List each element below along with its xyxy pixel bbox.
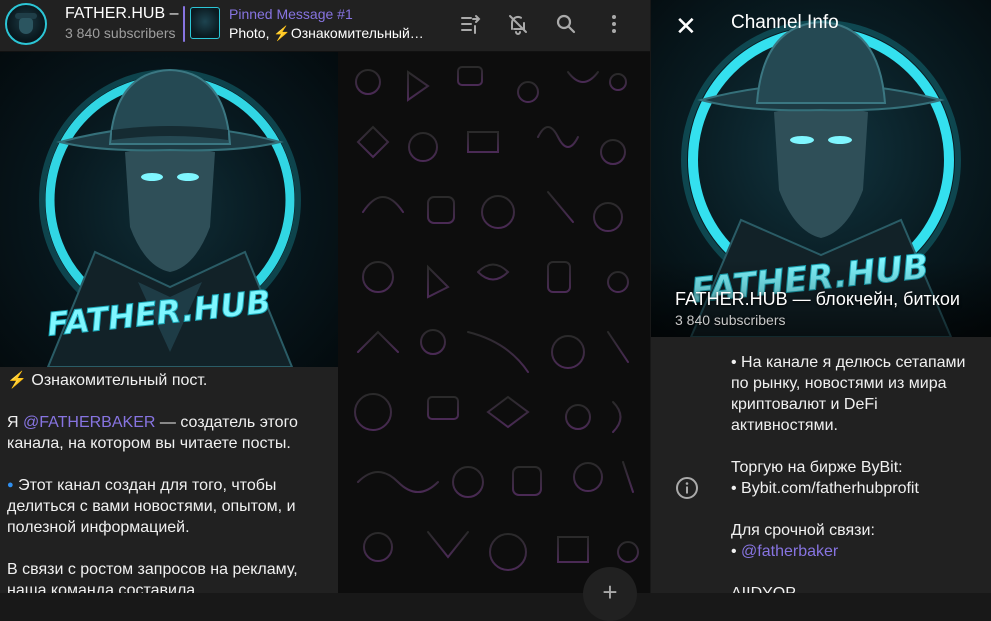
post-line-4: В связи с ростом запросов на рекламу, на… bbox=[7, 561, 298, 593]
post-line-1-text: Ознакомительный пост. bbox=[31, 372, 208, 389]
desc-line-4: Для срочной связи: bbox=[731, 522, 875, 539]
post-line-2-pre: Я bbox=[7, 414, 23, 431]
pinned-title: Pinned Message #1 bbox=[229, 6, 353, 22]
post-line-1: ⚡ Ознакомительный пост. bbox=[7, 370, 327, 391]
channel-photo[interactable]: FATHER.HUB bbox=[651, 0, 991, 337]
panel-channel-name: FATHER.HUB — блокчейн, биткои bbox=[675, 289, 960, 309]
desc-line-2: Торгую на бирже ByBit: bbox=[731, 459, 903, 476]
desc-line-5: • @fatherbaker bbox=[731, 541, 981, 562]
info-icon bbox=[676, 477, 698, 499]
pinned-prefix: Photo, bbox=[229, 25, 274, 41]
desc-line-6: AIIDYOP bbox=[731, 583, 981, 593]
desc-line-3[interactable]: • Bybit.com/fatherhubprofit bbox=[731, 478, 981, 499]
channel-subscribers: 3 840 subscribers bbox=[65, 25, 176, 41]
close-icon[interactable]: ✕ bbox=[675, 11, 697, 42]
channel-description[interactable]: • На канале я делюсь сетапами по рынку, … bbox=[731, 352, 981, 593]
desc-line-1: • На канале я делюсь сетапами по рынку, … bbox=[731, 354, 966, 434]
pinned-text: Ознакомительный… bbox=[290, 25, 424, 41]
channel-info-panel: FATHER.HUB ✕ Channel Info FATHER.HUB — б… bbox=[651, 0, 991, 593]
chat-header: FATHER.HUB – 3 840 subscribers Pinned Me… bbox=[0, 0, 650, 52]
post-image[interactable]: FATHER.HUB bbox=[0, 52, 338, 367]
more-vert-icon[interactable] bbox=[602, 12, 626, 36]
desc-bullet: • bbox=[731, 543, 742, 560]
blue-circle-emoji: ● bbox=[7, 479, 14, 491]
post-line-2: Я @FATHERBAKER — создатель этого канала,… bbox=[7, 412, 327, 454]
author-mention-link[interactable]: @FATHERBAKER bbox=[23, 414, 155, 431]
post-body: ⚡ Ознакомительный пост. Я @FATHERBAKER —… bbox=[7, 370, 327, 593]
panel-subscribers: 3 840 subscribers bbox=[675, 312, 786, 328]
pinned-indicator bbox=[183, 6, 185, 42]
pinned-preview: Photo, ⚡Ознакомительный… bbox=[229, 25, 434, 42]
post-line-3-text: Этот канал создан для того, чтобы делить… bbox=[7, 477, 296, 536]
search-icon[interactable] bbox=[554, 12, 578, 36]
lightning-emoji: ⚡ bbox=[7, 372, 27, 389]
pinned-list-icon[interactable] bbox=[458, 12, 482, 36]
channel-avatar[interactable] bbox=[5, 3, 47, 45]
channel-title[interactable]: FATHER.HUB – bbox=[65, 5, 179, 23]
contact-mention-link[interactable]: @fatherbaker bbox=[741, 543, 838, 560]
bell-off-icon[interactable] bbox=[506, 12, 530, 36]
fatherhub-hero-image: FATHER.HUB bbox=[651, 20, 991, 337]
doodle-pattern bbox=[354, 66, 639, 571]
fatherhub-logo-image: FATHER.HUB bbox=[39, 68, 301, 367]
add-fab-button[interactable]: + bbox=[583, 567, 637, 621]
chat-background bbox=[338, 52, 650, 593]
lightning-emoji: ⚡ bbox=[273, 25, 291, 41]
channel-post: FATHER.HUB ⚡ Ознакомительный пост. Я @FA… bbox=[0, 52, 338, 593]
post-line-3: ● Этот канал создан для того, чтобы дели… bbox=[7, 475, 327, 538]
panel-heading: Channel Info bbox=[731, 12, 839, 33]
pinned-thumbnail bbox=[190, 7, 220, 39]
